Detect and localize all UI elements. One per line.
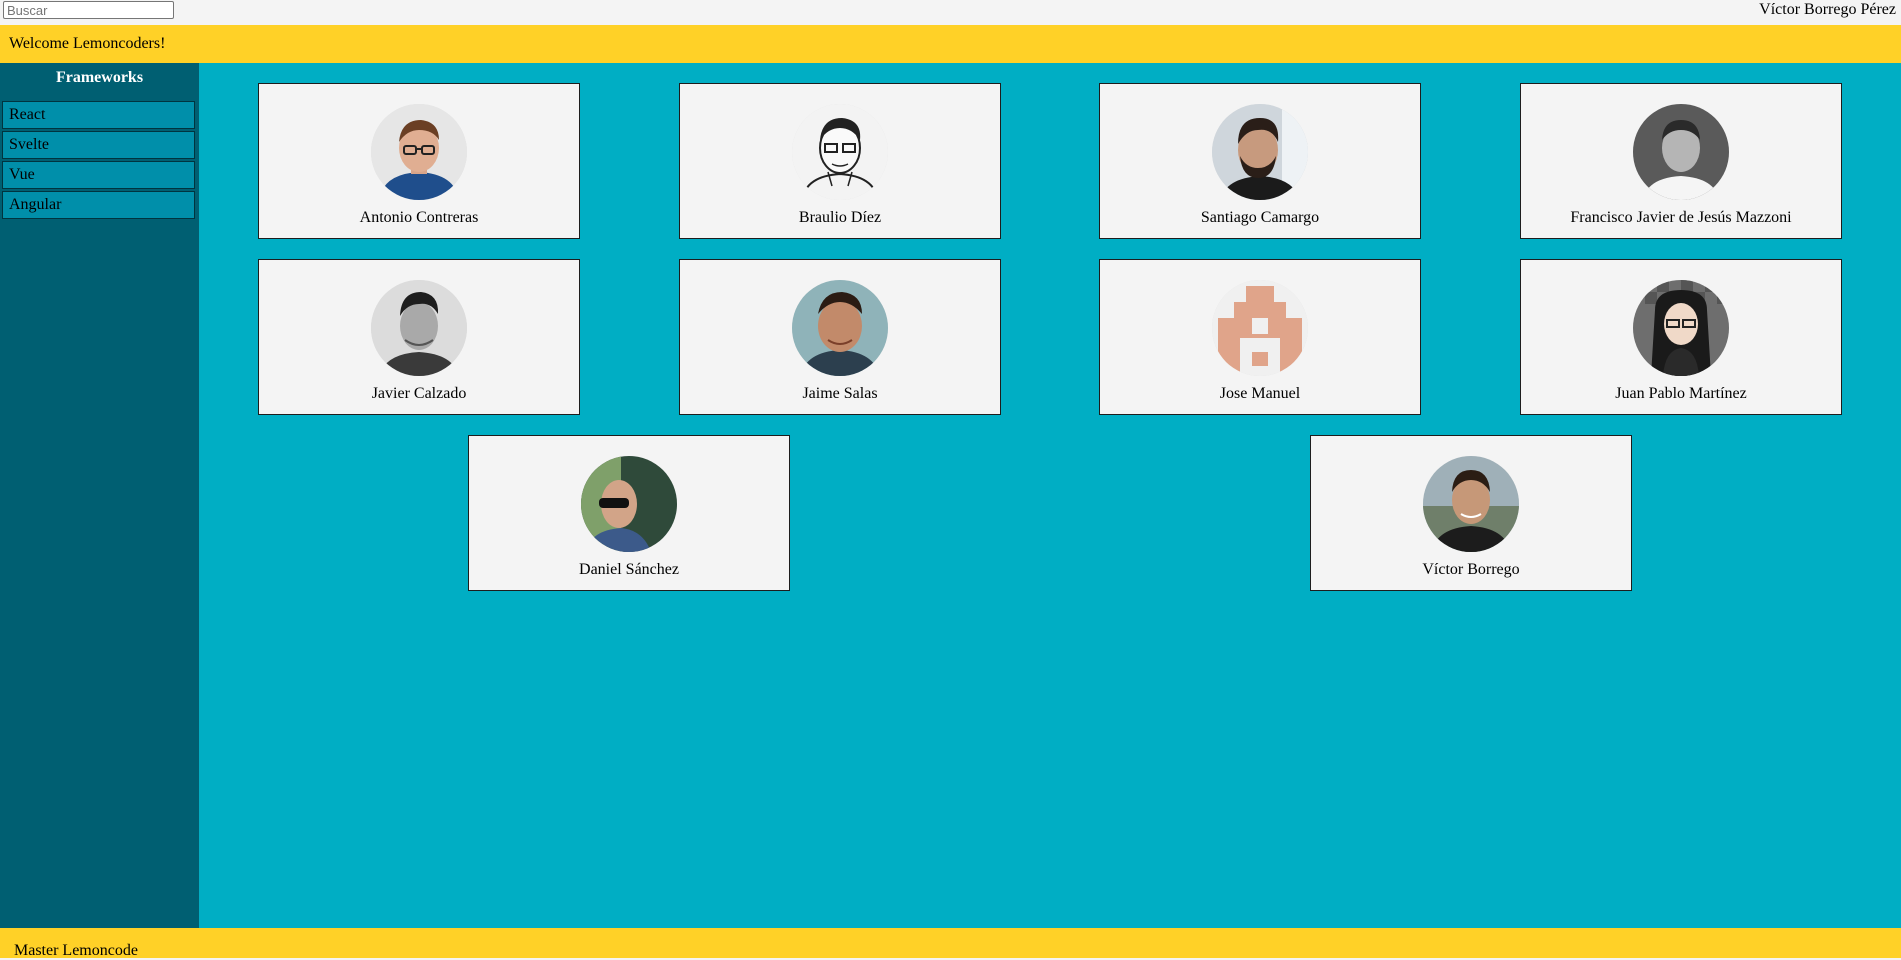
member-name: Juan Pablo Martínez bbox=[1615, 385, 1747, 402]
avatar bbox=[371, 280, 467, 376]
member-name: Daniel Sánchez bbox=[579, 561, 679, 578]
member-card[interactable]: Juan Pablo Martínez bbox=[1520, 259, 1842, 415]
members-grid: Antonio Contreras Braulio Díez Santiago … bbox=[199, 63, 1901, 928]
member-name: Francisco Javier de Jesús Mazzoni bbox=[1570, 209, 1792, 226]
member-card[interactable]: Víctor Borrego bbox=[1310, 435, 1632, 591]
member-name: Santiago Camargo bbox=[1200, 209, 1320, 226]
top-bar: Víctor Borrego Pérez bbox=[0, 0, 1901, 24]
user-name: Víctor Borrego Pérez bbox=[1759, 1, 1896, 18]
member-card[interactable]: Antonio Contreras bbox=[258, 83, 580, 239]
search-input[interactable] bbox=[3, 1, 174, 19]
member-name: Jaime Salas bbox=[802, 385, 878, 402]
welcome-text: Welcome Lemoncoders! bbox=[9, 35, 166, 52]
sidebar-item-angular[interactable]: Angular bbox=[2, 191, 195, 219]
avatar bbox=[1212, 280, 1308, 376]
sidebar: Frameworks React Svelte Vue Angular bbox=[0, 63, 199, 928]
avatar bbox=[1633, 104, 1729, 200]
member-card[interactable]: Daniel Sánchez bbox=[468, 435, 790, 591]
avatar bbox=[1633, 280, 1729, 376]
avatar bbox=[1212, 104, 1308, 200]
avatar bbox=[792, 104, 888, 200]
avatar bbox=[581, 456, 677, 552]
footer-text: Master Lemoncode bbox=[14, 942, 138, 959]
member-name: Jose Manuel bbox=[1219, 385, 1301, 402]
avatar bbox=[1423, 456, 1519, 552]
member-card[interactable]: Jaime Salas bbox=[679, 259, 1001, 415]
member-name: Braulio Díez bbox=[798, 209, 882, 226]
sidebar-title: Frameworks bbox=[55, 69, 144, 86]
member-card[interactable]: Javier Calzado bbox=[258, 259, 580, 415]
member-card[interactable]: Jose Manuel bbox=[1099, 259, 1421, 415]
sidebar-menu: React Svelte Vue Angular bbox=[2, 101, 195, 221]
sidebar-item-vue[interactable]: Vue bbox=[2, 161, 195, 189]
member-card[interactable]: Braulio Díez bbox=[679, 83, 1001, 239]
sidebar-item-react[interactable]: React bbox=[2, 101, 195, 129]
member-card[interactable]: Francisco Javier de Jesús Mazzoni bbox=[1520, 83, 1842, 239]
member-name: Víctor Borrego bbox=[1422, 561, 1520, 578]
member-name: Antonio Contreras bbox=[359, 209, 479, 226]
avatar bbox=[371, 104, 467, 200]
sidebar-item-svelte[interactable]: Svelte bbox=[2, 131, 195, 159]
welcome-banner: Welcome Lemoncoders! bbox=[0, 25, 1901, 63]
avatar bbox=[792, 280, 888, 376]
member-name: Javier Calzado bbox=[371, 385, 467, 402]
member-card[interactable]: Santiago Camargo bbox=[1099, 83, 1421, 239]
footer: Master Lemoncode bbox=[0, 928, 1901, 959]
